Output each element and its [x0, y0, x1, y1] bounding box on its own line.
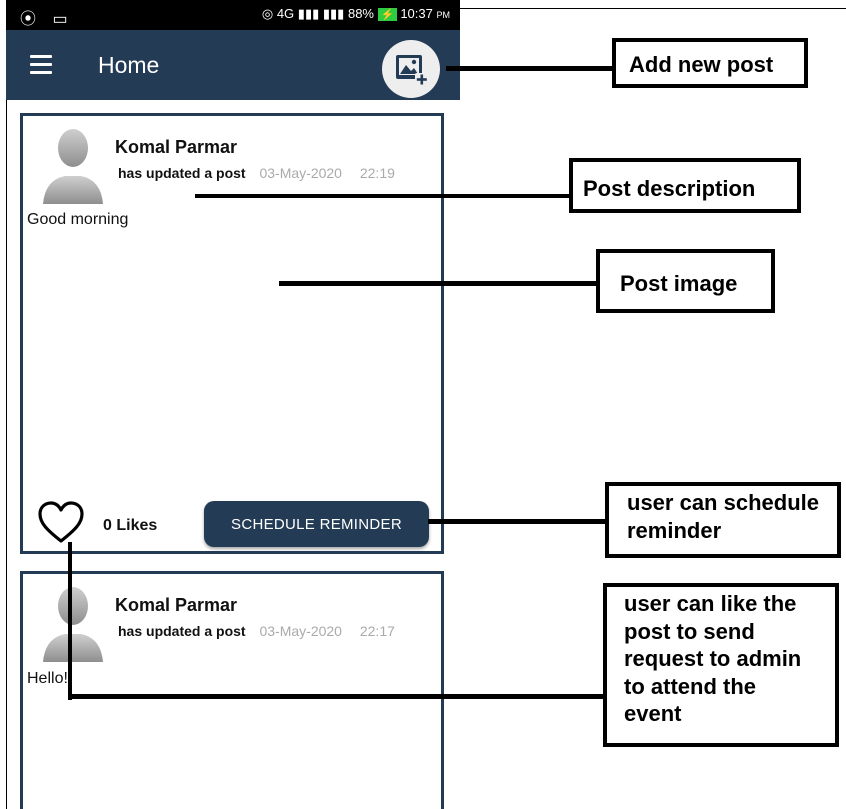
annotation-text: request to admin	[624, 646, 802, 671]
connector-reminder	[428, 519, 605, 524]
post-meta: has updated a post 03-May-2020 22:19	[118, 165, 395, 181]
annotation-text: reminder	[627, 517, 722, 543]
annotation-text: to attend the	[624, 673, 756, 699]
author-name: Komal Parmar	[115, 137, 238, 157]
clock: 10:37	[400, 6, 433, 21]
frame-border-left	[6, 100, 7, 809]
post-meta: has updated a post 03-May-2020 22:17	[118, 623, 395, 639]
annotation-text: Add new post	[629, 52, 774, 77]
post-description: Good morning	[27, 211, 129, 228]
likes-count: 0 Likes	[103, 517, 158, 534]
schedule-reminder-button[interactable]: SCHEDULE REMINDER	[204, 501, 429, 547]
post-description: Hello!	[27, 670, 68, 687]
post-card: Komal Parmar has updated a post 03-May-2…	[20, 571, 444, 809]
post-date: 03-May-2020	[259, 623, 342, 639]
hamburger-menu-icon[interactable]	[30, 55, 52, 74]
annotation-text: Post image	[620, 271, 738, 296]
battery-percent: 88%	[347, 6, 374, 21]
annotation-text: user can schedule	[627, 490, 819, 515]
avatar	[41, 126, 105, 204]
annotation-text: user can like the	[624, 591, 797, 616]
author-name: Komal Parmar	[115, 595, 238, 615]
add-image-icon	[396, 55, 428, 86]
annotation-post-description: Post description	[569, 158, 801, 213]
annotation-text: event	[624, 701, 682, 726]
signal-icon: ▮▮▮ ▮▮▮	[297, 6, 345, 21]
add-new-post-button[interactable]	[382, 40, 440, 98]
network-indicator: ◎ 4G	[261, 6, 295, 21]
post-image	[27, 241, 437, 486]
annotation-like-post: user can like the post to send request t…	[603, 583, 839, 747]
post-action: has updated a post	[118, 165, 246, 181]
heart-icon[interactable]	[37, 501, 85, 550]
annotation-add-new-post: Add new post	[612, 38, 808, 88]
app-bar: Home	[6, 30, 460, 100]
post-card: Komal Parmar has updated a post 03-May-2…	[20, 113, 444, 554]
page-title: Home	[98, 52, 160, 78]
connector-add-post	[446, 66, 612, 71]
annotation-text: post to send	[624, 618, 755, 644]
post-action: has updated a post	[118, 623, 246, 639]
connector-image	[279, 281, 596, 286]
phone-screen: ⦿ ▭ ◎ 4G ▮▮▮ ▮▮▮ 88% ⚡ 10:37 PM Home Kom…	[6, 0, 460, 809]
annotation-schedule-reminder: user can schedule reminder	[605, 482, 841, 558]
battery-icon: ⚡	[377, 8, 398, 21]
avatar	[41, 584, 105, 662]
frame-border-top	[460, 8, 846, 9]
status-left-icons: ⦿ ▭	[20, 11, 74, 28]
clock-am-pm: PM	[436, 10, 451, 20]
connector-description	[195, 194, 569, 198]
post-date: 03-May-2020	[259, 165, 342, 181]
connector-like-horizontal	[68, 694, 603, 699]
status-right: ◎ 4G ▮▮▮ ▮▮▮ 88% ⚡ 10:37 PM	[262, 6, 450, 22]
annotation-text: Post description	[583, 176, 756, 201]
annotation-post-image: Post image	[596, 249, 775, 313]
post-time: 22:19	[359, 165, 395, 181]
post-time: 22:17	[359, 623, 395, 639]
status-bar: ⦿ ▭ ◎ 4G ▮▮▮ ▮▮▮ 88% ⚡ 10:37 PM	[6, 0, 460, 30]
connector-like-vertical	[68, 542, 72, 700]
